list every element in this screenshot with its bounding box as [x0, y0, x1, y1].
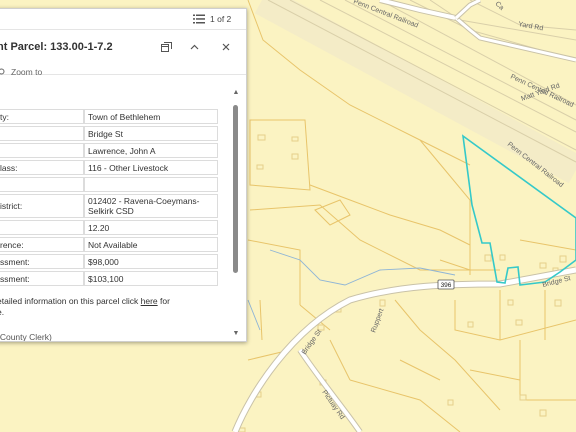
more-info-link[interactable]: here — [141, 296, 158, 306]
scroll-up-arrow[interactable]: ▲ — [232, 89, 240, 96]
popup-title: nt Parcel: 133.00-1-7.2 — [0, 41, 113, 53]
attribute-key: ssment: — [0, 271, 84, 286]
attribute-value — [84, 177, 218, 192]
attribute-key: ssment: — [0, 254, 84, 269]
attribute-key: lass: — [0, 160, 84, 175]
attribute-row: 12.20 — [0, 220, 218, 235]
popup-content: ty: Town of Bethlehem Bridge St Lawrence, J… — [0, 74, 237, 341]
close-icon — [222, 43, 230, 51]
attribute-row: lass: 116 - Other Livestock — [0, 160, 218, 175]
dock-icon — [160, 42, 172, 52]
pager-count: 1 of 2 — [210, 14, 232, 24]
svg-text:396: 396 — [441, 282, 452, 289]
attribute-key — [0, 220, 84, 235]
attribute-value: Bridge St — [84, 126, 218, 141]
attribute-row: istrict: 012402 - Ravena-Coeymans-Selkirk… — [0, 194, 218, 218]
attribute-key — [0, 126, 84, 141]
attribute-value: Not Available — [84, 237, 218, 252]
close-button[interactable] — [218, 39, 234, 55]
feature-pager[interactable]: 1 of 2 — [193, 9, 245, 29]
more-info-line2: e. — [0, 307, 5, 317]
attribute-row: rence: Not Available — [0, 237, 218, 252]
more-info-prefix: etailed information on this parcel click — [0, 296, 141, 306]
attribute-value: 12.20 — [84, 220, 218, 235]
attribute-value: 012402 - Ravena-Coeymans-Selkirk CSD — [84, 194, 218, 218]
route-shield-396: 396 — [437, 279, 455, 290]
attribute-row: ty: Town of Bethlehem — [0, 109, 218, 124]
attribute-value: Town of Bethlehem — [84, 109, 218, 124]
attribute-row: ssment: $98,000 — [0, 254, 218, 269]
parcel-popup: 1 of 2 nt Parcel: 133.00-1-7.2 Zoom to t… — [0, 8, 247, 342]
attribute-value: 116 - Other Livestock — [84, 160, 218, 175]
collapse-button[interactable] — [186, 39, 202, 55]
scrollbar-thumb[interactable] — [233, 105, 238, 273]
attribute-table: ty: Town of Bethlehem Bridge St Lawrence, J… — [0, 107, 218, 288]
county-clerk-text: (County Clerk) — [0, 332, 52, 341]
attribute-row: ssment: $103,100 — [0, 271, 218, 286]
attribute-value: $98,000 — [84, 254, 218, 269]
attribute-row — [0, 177, 218, 192]
attribute-key: rence: — [0, 237, 84, 252]
attribute-value: Lawrence, John A — [84, 143, 218, 158]
attribute-value: $103,100 — [84, 271, 218, 286]
dock-button[interactable] — [158, 39, 174, 55]
chevron-up-icon — [190, 44, 198, 50]
scroll-down-arrow[interactable]: ▼ — [232, 330, 240, 337]
list-icon[interactable] — [193, 14, 205, 24]
attribute-key: ty: — [0, 109, 84, 124]
attribute-row: Bridge St — [0, 126, 218, 141]
more-info-suffix: for — [157, 296, 170, 306]
attribute-key — [0, 177, 84, 192]
attribute-key: istrict: — [0, 194, 84, 218]
attribute-row: Lawrence, John A — [0, 143, 218, 158]
attribute-key — [0, 143, 84, 158]
more-info-text: etailed information on this parcel click… — [0, 296, 222, 318]
